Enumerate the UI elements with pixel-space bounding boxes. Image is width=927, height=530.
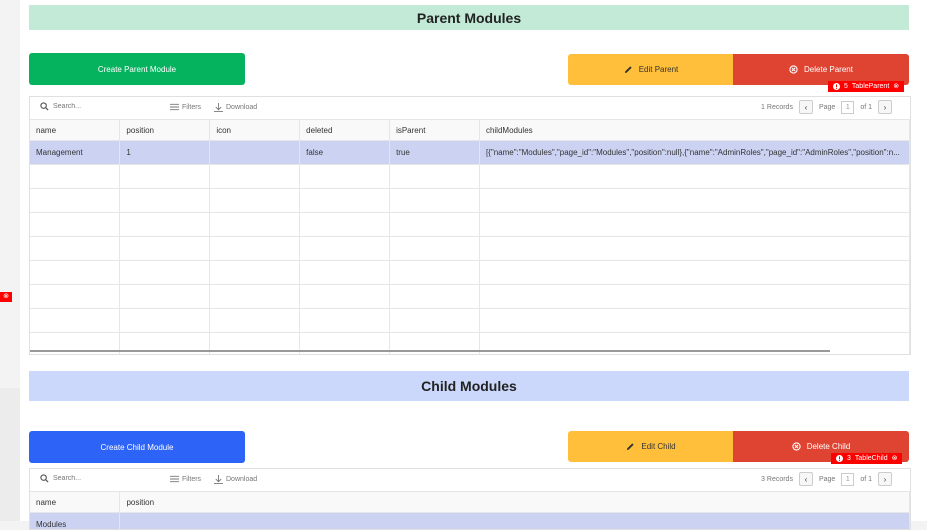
column-header[interactable]: childModules [479, 120, 909, 141]
close-icon[interactable]: ⊗ [893, 81, 899, 92]
error-count: 3 [847, 453, 851, 464]
column-header[interactable]: icon [210, 120, 300, 141]
delete-child-label: Delete Child [807, 442, 851, 451]
delete-parent-label: Delete Parent [804, 65, 853, 74]
create-child-module-label: Create Child Module [101, 443, 174, 452]
column-header[interactable]: name [30, 492, 120, 513]
child-data-table: name position Modules [30, 492, 910, 530]
table-cell[interactable] [120, 513, 910, 530]
table-cell[interactable]: Management [30, 141, 120, 165]
download-label: Download [226, 476, 257, 483]
records-count: 1 Records [761, 104, 793, 111]
next-page-button[interactable]: › [878, 100, 892, 114]
parent-pagination: 1 Records ‹ Page 1 of 1 › [761, 100, 892, 114]
table-row[interactable]: Management 1 false true [{"name":"Module… [30, 141, 910, 165]
parent-table: Filters Download 1 Records ‹ Page 1 of 1… [29, 96, 911, 355]
empty-row [30, 213, 910, 237]
column-header[interactable]: name [30, 120, 120, 141]
column-header[interactable]: isParent [390, 120, 480, 141]
error-widget-name: TableChild [855, 453, 888, 464]
edit-parent-label: Edit Parent [639, 65, 679, 74]
column-header[interactable]: position [120, 492, 910, 513]
create-parent-module-label: Create Parent Module [98, 65, 176, 74]
left-gutter [0, 388, 20, 521]
parent-search-input[interactable] [53, 103, 153, 110]
empty-row [30, 309, 910, 333]
parent-data-table: name position icon deleted isParent chil… [30, 120, 910, 355]
child-table-toolbar: Filters Download 3 Records ‹ Page 1 of 1… [30, 469, 910, 492]
table-cell[interactable] [210, 141, 300, 165]
left-error-indicator[interactable]: ⊗ [0, 292, 12, 302]
child-filters-button[interactable]: Filters [170, 475, 201, 483]
table-header-row: name position [30, 492, 910, 513]
parent-modules-title-text: Parent Modules [417, 10, 521, 26]
pencil-icon [626, 442, 635, 451]
empty-row [30, 285, 910, 309]
download-icon [214, 475, 223, 484]
page-total: of 1 [860, 104, 872, 111]
table-cell[interactable]: [{"name":"Modules","page_id":"Modules","… [479, 141, 909, 165]
empty-row [30, 261, 910, 285]
filter-lines-icon [170, 103, 179, 111]
filters-label: Filters [182, 476, 201, 483]
prev-page-button[interactable]: ‹ [799, 472, 813, 486]
column-header[interactable]: position [120, 120, 210, 141]
child-modules-title: Child Modules [29, 371, 909, 401]
table-header-row: name position icon deleted isParent chil… [30, 120, 910, 141]
download-icon [214, 103, 223, 112]
filter-lines-icon [170, 475, 179, 483]
child-search-input[interactable] [53, 475, 153, 482]
prev-page-button[interactable]: ‹ [799, 100, 813, 114]
page-number-input[interactable]: 1 [841, 473, 854, 486]
parent-modules-title: Parent Modules [29, 5, 909, 30]
table-cell[interactable]: Modules [30, 513, 120, 530]
edit-child-label: Edit Child [641, 442, 675, 451]
close-icon[interactable]: ⊗ [892, 453, 898, 464]
column-header[interactable]: deleted [300, 120, 390, 141]
page-number-input[interactable]: 1 [841, 101, 854, 114]
create-parent-module-button[interactable]: Create Parent Module [29, 53, 245, 85]
parent-filters-button[interactable]: Filters [170, 103, 201, 111]
search-icon [40, 102, 49, 111]
page-label: Page [819, 476, 835, 483]
parent-table-toolbar: Filters Download 1 Records ‹ Page 1 of 1… [30, 97, 910, 120]
alert-circle-icon [833, 83, 840, 90]
parent-download-button[interactable]: Download [214, 103, 257, 112]
page-total: of 1 [860, 476, 872, 483]
next-page-button[interactable]: › [878, 472, 892, 486]
alert-circle-icon [836, 455, 843, 462]
circle-x-icon [792, 442, 801, 451]
edit-parent-button[interactable]: Edit Parent [568, 54, 734, 85]
table-cell[interactable]: false [300, 141, 390, 165]
circle-x-icon [789, 65, 798, 74]
create-child-module-button[interactable]: Create Child Module [29, 431, 245, 463]
search-icon [40, 474, 49, 483]
page-label: Page [819, 104, 835, 111]
child-search[interactable] [40, 474, 153, 483]
child-modules-title-text: Child Modules [421, 378, 517, 394]
table-cell[interactable]: 1 [120, 141, 210, 165]
filters-label: Filters [182, 104, 201, 111]
table-parent-error-badge[interactable]: 5 TableParent ⊗ [828, 81, 904, 92]
empty-row [30, 189, 910, 213]
error-widget-name: TableParent [852, 81, 889, 92]
table-row[interactable]: Modules [30, 513, 910, 530]
child-pagination: 3 Records ‹ Page 1 of 1 › [761, 472, 892, 486]
parent-search[interactable] [40, 102, 153, 111]
pencil-icon [624, 65, 633, 74]
table-cell[interactable]: true [390, 141, 480, 165]
horizontal-scrollbar[interactable] [30, 350, 830, 352]
table-child-error-badge[interactable]: 3 TableChild ⊗ [831, 453, 902, 464]
error-count: 5 [844, 81, 848, 92]
empty-row [30, 237, 910, 261]
child-download-button[interactable]: Download [214, 475, 257, 484]
edit-child-button[interactable]: Edit Child [568, 431, 734, 462]
empty-row [30, 165, 910, 189]
records-count: 3 Records [761, 476, 793, 483]
download-label: Download [226, 104, 257, 111]
